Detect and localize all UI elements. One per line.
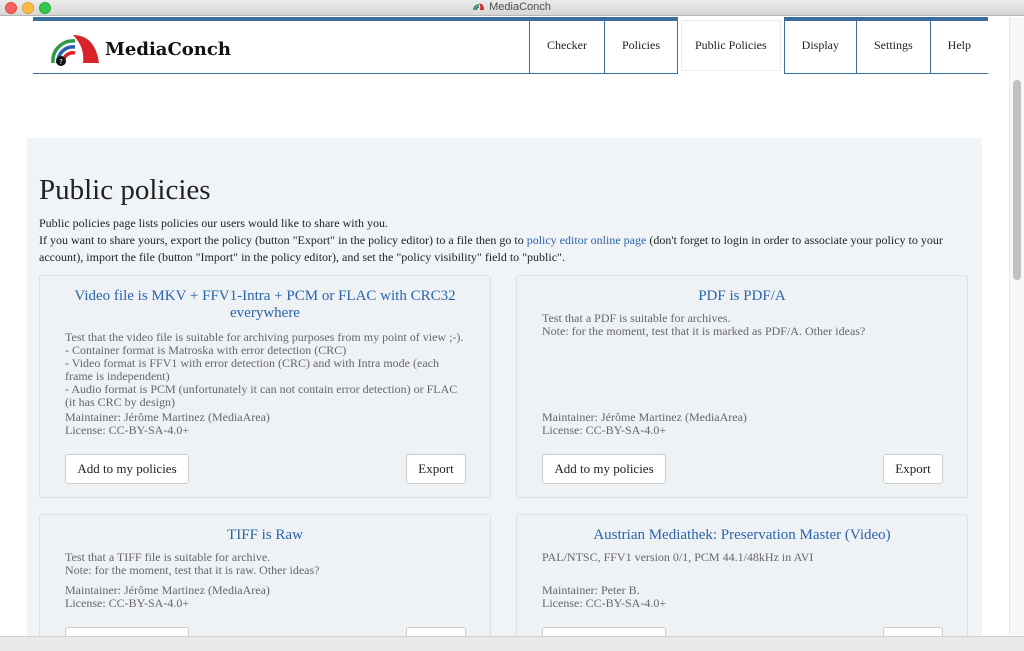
export-button[interactable]: Export: [883, 627, 943, 636]
intro-text: Public policies page lists policies our …: [39, 215, 979, 266]
policy-license: License: CC-BY-SA-4.0+: [65, 596, 190, 610]
policy-description: Test that a PDF is suitable for archives…: [542, 311, 866, 338]
policy-title[interactable]: PDF is PDF/A: [517, 288, 967, 305]
add-to-my-policies-button[interactable]: Add to my policies: [542, 627, 666, 636]
export-button[interactable]: Export: [406, 454, 466, 484]
policy-meta: Maintainer: Jérôme Martinez (MediaArea) …: [542, 411, 747, 437]
nav-display[interactable]: Display: [783, 17, 856, 74]
policy-card: TIFF is Raw Test that a TIFF file is sui…: [39, 514, 491, 636]
policy-meta: Maintainer: Jérôme Martinez (MediaArea) …: [65, 584, 270, 610]
policy-editor-link[interactable]: policy editor online page: [527, 233, 647, 247]
policy-description: PAL/NTSC, FFV1 version 0/1, PCM 44.1/48k…: [542, 550, 814, 564]
nav-checker[interactable]: Checker: [529, 17, 604, 74]
policy-license: License: CC-BY-SA-4.0+: [542, 596, 667, 610]
add-to-my-policies-button[interactable]: Add to my policies: [65, 627, 189, 636]
policy-description: Test that a TIFF file is suitable for ar…: [65, 550, 320, 577]
policy-title[interactable]: TIFF is Raw: [40, 527, 490, 544]
add-to-my-policies-button[interactable]: Add to my policies: [542, 454, 666, 484]
brand-name: MediaConch: [105, 38, 231, 60]
nav-settings[interactable]: Settings: [856, 17, 930, 74]
window-bottom-bar: [0, 636, 1024, 651]
export-button[interactable]: Export: [883, 454, 943, 484]
main-nav: Checker Policies Public Policies Display…: [529, 17, 988, 74]
intro-line-2: If you want to share yours, export the p…: [39, 233, 943, 264]
policy-license: License: CC-BY-SA-4.0+: [65, 423, 190, 437]
nav-help[interactable]: Help: [929, 17, 988, 74]
policy-card: Austrian Mediathek: Preservation Master …: [516, 514, 968, 636]
mediaconch-app-icon: [473, 3, 485, 11]
svg-text:?: ?: [59, 58, 63, 66]
policy-meta: Maintainer: Peter B. License: CC-BY-SA-4…: [542, 584, 666, 610]
policy-card: PDF is PDF/A Test that a PDF is suitable…: [516, 275, 968, 498]
policy-license: License: CC-BY-SA-4.0+: [542, 423, 667, 437]
window-titlebar: MediaConch: [0, 0, 1024, 16]
nav-policies[interactable]: Policies: [603, 17, 677, 74]
add-to-my-policies-button[interactable]: Add to my policies: [65, 454, 189, 484]
nav-public-policies[interactable]: Public Policies: [676, 17, 784, 74]
export-button[interactable]: Export: [406, 627, 466, 636]
policy-description: Test that the video file is suitable for…: [65, 330, 464, 409]
page-title: Public policies: [39, 174, 211, 206]
brand-logo[interactable]: ? MediaConch: [49, 31, 231, 67]
main-content: Public policies Public policies page lis…: [27, 138, 982, 636]
site-header: ? MediaConch Checker Policies Public Pol…: [33, 17, 988, 74]
policy-title[interactable]: Austrian Mediathek: Preservation Master …: [517, 527, 967, 544]
policy-meta: Maintainer: Jérôme Martinez (MediaArea) …: [65, 411, 270, 437]
policy-title[interactable]: Video file is MKV + FFV1-Intra + PCM or …: [40, 288, 490, 322]
intro-line-1: Public policies page lists policies our …: [39, 216, 388, 230]
window-title: MediaConch: [0, 1, 1024, 13]
mediaconch-logo-icon: ?: [51, 35, 99, 66]
scrollbar-thumb[interactable]: [1013, 80, 1021, 280]
policy-card: Video file is MKV + FFV1-Intra + PCM or …: [39, 275, 491, 498]
